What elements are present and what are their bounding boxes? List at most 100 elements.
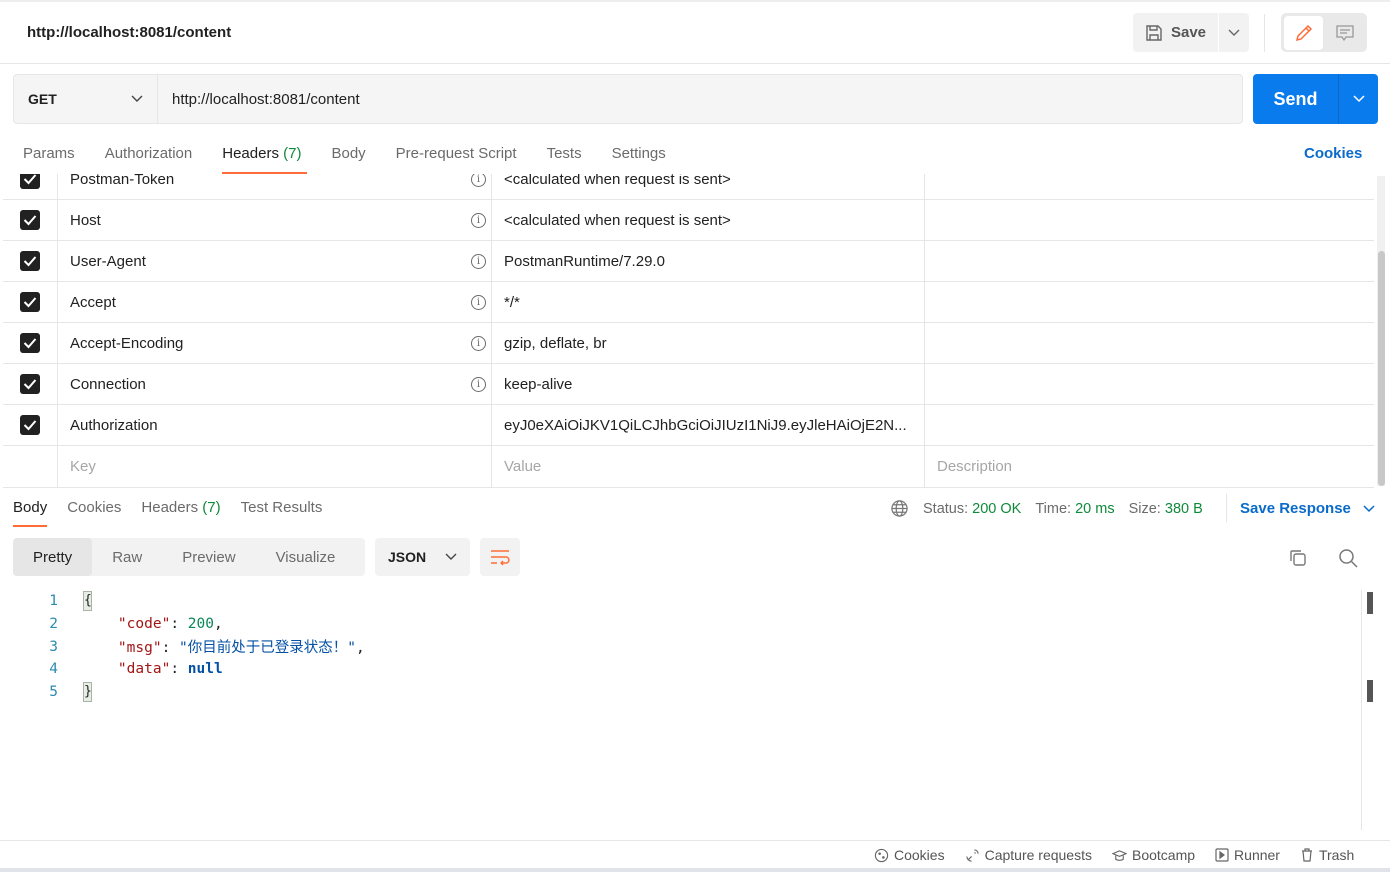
- key-input[interactable]: Key: [58, 446, 492, 487]
- value-cell[interactable]: gzip, deflate, br: [492, 323, 925, 363]
- value-cell[interactable]: <calculated when request is sent>: [492, 174, 925, 199]
- description-cell[interactable]: [925, 200, 1374, 240]
- value-cell[interactable]: keep-alive: [492, 364, 925, 404]
- checkbox[interactable]: [20, 415, 40, 435]
- save-response-button[interactable]: Save Response: [1240, 500, 1375, 517]
- comments-button[interactable]: [1325, 16, 1364, 50]
- edit-mode-button[interactable]: [1284, 16, 1323, 50]
- description-cell[interactable]: [925, 323, 1374, 363]
- copy-icon[interactable]: [1288, 548, 1308, 568]
- tab-authorization[interactable]: Authorization: [105, 145, 193, 172]
- check-icon: [23, 379, 37, 390]
- url-input[interactable]: http://localhost:8081/content: [157, 74, 1243, 124]
- response-body-editor[interactable]: 1{ 2 "code": 200, 3 "msg": "你目前处于已登录状态！"…: [0, 590, 1360, 703]
- tab-settings[interactable]: Settings: [612, 145, 666, 172]
- tab-pre-request-script[interactable]: Pre-request Script: [396, 145, 517, 172]
- description-cell[interactable]: [925, 405, 1374, 445]
- pencil-icon: [1295, 24, 1312, 42]
- info-icon[interactable]: i: [471, 376, 486, 392]
- key-cell[interactable]: Postman-Token i: [58, 174, 492, 199]
- tab-headers[interactable]: Headers (7): [222, 145, 308, 174]
- checkbox[interactable]: [20, 292, 40, 312]
- chevron-down-icon: [1352, 95, 1365, 103]
- header-row: Connection i keep-alive: [3, 364, 1374, 405]
- chevron-down-icon: [131, 95, 143, 102]
- description-cell[interactable]: [925, 241, 1374, 281]
- info-icon[interactable]: i: [471, 212, 486, 228]
- search-icon[interactable]: [1338, 548, 1358, 568]
- info-icon[interactable]: i: [471, 294, 486, 310]
- value-cell[interactable]: eyJ0eXAiOiJKV1QiLCJhbGciOiJIUzI1NiJ9.eyJ…: [492, 405, 925, 445]
- value-cell[interactable]: */*: [492, 282, 925, 322]
- description-input[interactable]: Description: [925, 446, 1374, 487]
- save-button[interactable]: Save: [1133, 13, 1218, 52]
- key-cell[interactable]: Host i: [58, 200, 492, 240]
- status-label: Status:: [923, 500, 969, 517]
- footer-capture-requests[interactable]: Capture requests: [965, 847, 1092, 863]
- wrap-lines-button[interactable]: [480, 538, 520, 576]
- footer-bootcamp[interactable]: Bootcamp: [1112, 847, 1195, 863]
- checkbox[interactable]: [20, 251, 40, 271]
- method-select[interactable]: GET: [13, 74, 158, 124]
- footer-label: Capture requests: [984, 847, 1092, 863]
- tab-tests[interactable]: Tests: [547, 145, 582, 172]
- format-raw[interactable]: Raw: [92, 538, 162, 576]
- response-tab-cookies[interactable]: Cookies: [67, 499, 121, 525]
- info-icon[interactable]: i: [471, 174, 486, 187]
- info-icon[interactable]: i: [471, 335, 486, 351]
- description-cell[interactable]: [925, 282, 1374, 322]
- globe-icon[interactable]: [890, 499, 909, 518]
- editor-scrollbar-track[interactable]: [1361, 590, 1362, 830]
- json-key: "data": [117, 661, 171, 678]
- key-cell[interactable]: Connection i: [58, 364, 492, 404]
- language-select[interactable]: JSON: [375, 538, 470, 576]
- checkbox[interactable]: [20, 174, 40, 189]
- description-cell[interactable]: [925, 174, 1374, 199]
- request-title: http://localhost:8081/content: [27, 24, 232, 41]
- description-cell[interactable]: [925, 364, 1374, 404]
- response-tab-body[interactable]: Body: [13, 499, 48, 527]
- header-row: Accept i */*: [3, 282, 1374, 323]
- format-preview[interactable]: Preview: [162, 538, 255, 576]
- format-visualize[interactable]: Visualize: [256, 538, 356, 576]
- headers-scrollbar[interactable]: [1377, 176, 1385, 486]
- key-cell[interactable]: User-Agent i: [58, 241, 492, 281]
- tab-count: (7): [283, 145, 302, 162]
- key-cell[interactable]: Accept-Encoding i: [58, 323, 492, 363]
- checkbox-cell: [3, 200, 58, 240]
- checkbox-cell: [3, 241, 58, 281]
- response-tab-test-results[interactable]: Test Results: [241, 499, 323, 525]
- info-icon[interactable]: i: [471, 253, 486, 269]
- footer-cookies[interactable]: Cookies: [874, 847, 945, 863]
- header-key: Connection: [70, 375, 146, 393]
- save-dropdown-button[interactable]: [1219, 13, 1249, 52]
- response-tab-headers[interactable]: Headers (7): [141, 499, 220, 525]
- tab-body[interactable]: Body: [331, 145, 365, 172]
- time: Time: 20 ms: [1035, 501, 1114, 517]
- header-key: Accept-Encoding: [70, 334, 184, 352]
- checkbox[interactable]: [20, 333, 40, 353]
- checkbox[interactable]: [20, 210, 40, 230]
- checkbox[interactable]: [20, 374, 40, 394]
- key-cell[interactable]: Authorization: [58, 405, 492, 445]
- scrollbar-thumb[interactable]: [1378, 251, 1385, 486]
- footer-label: Bootcamp: [1132, 847, 1196, 863]
- tab-params[interactable]: Params: [23, 145, 75, 172]
- check-icon: [23, 215, 37, 226]
- comment-icon: [1335, 25, 1354, 42]
- key-cell[interactable]: Accept i: [58, 282, 492, 322]
- value-cell[interactable]: PostmanRuntime/7.29.0: [492, 241, 925, 281]
- send-button[interactable]: Send: [1253, 74, 1338, 124]
- json-value: 200: [187, 616, 214, 633]
- divider: [1226, 494, 1227, 522]
- format-pretty[interactable]: Pretty: [13, 538, 93, 576]
- cookies-link[interactable]: Cookies: [1304, 145, 1362, 162]
- footer-runner[interactable]: Runner: [1215, 847, 1280, 863]
- send-dropdown-button[interactable]: [1338, 74, 1378, 124]
- check-icon: [23, 174, 37, 185]
- value-input[interactable]: Value: [492, 446, 925, 487]
- request-tabs: Params Authorization Headers (7) Body Pr…: [23, 145, 666, 174]
- divider: [1264, 14, 1265, 52]
- value-cell[interactable]: <calculated when request is sent>: [492, 200, 925, 240]
- footer-trash[interactable]: Trash: [1300, 847, 1354, 863]
